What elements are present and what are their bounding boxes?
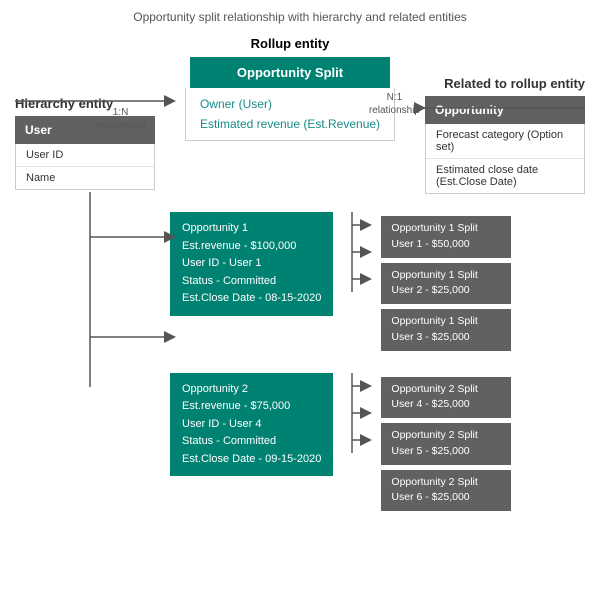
- hierarchy-field-1: Name: [16, 167, 154, 189]
- related-field-0: Forecast category (Option set): [426, 124, 584, 159]
- related-section-title: Related to rollup entity: [425, 76, 585, 91]
- opportunity-1-box: Opportunity 1 Est.revenue - $100,000 Use…: [170, 212, 333, 316]
- opp2-line0: Opportunity 2: [182, 381, 321, 399]
- opp2-line4: Est.Close Date - 09-15-2020: [182, 451, 321, 469]
- related-entity-body: Forecast category (Option set) Estimated…: [425, 124, 585, 194]
- opp1-line4: Est.Close Date - 08-15-2020: [182, 290, 321, 308]
- rollup-box-title: Opportunity Split: [190, 57, 390, 88]
- opportunity-2-box: Opportunity 2 Est.revenue - $75,000 User…: [170, 373, 333, 477]
- opp1-line1: Est.revenue - $100,000: [182, 238, 321, 256]
- related-entity-name: Opportunity: [425, 96, 585, 124]
- rel-label-1n: 1:Nrelationship: [95, 106, 146, 132]
- rollup-label: Rollup entity: [251, 36, 330, 51]
- opp1-line0: Opportunity 1: [182, 220, 321, 238]
- split-1-2: Opportunity 1 Split User 2 - $25,000: [381, 263, 511, 305]
- hierarchy-field-0: User ID: [16, 144, 154, 167]
- rollup-fields: Owner (User) Estimated revenue (Est.Reve…: [185, 88, 395, 141]
- split-2-3: Opportunity 2 Split User 6 - $25,000: [381, 470, 511, 512]
- related-field-1: Estimated close date (Est.Close Date): [426, 159, 584, 193]
- split-2-1: Opportunity 2 Split User 4 - $25,000: [381, 377, 511, 419]
- page-title: Opportunity split relationship with hier…: [15, 10, 585, 24]
- split-1-3: Opportunity 1 Split User 3 - $25,000: [381, 309, 511, 351]
- opp1-line2: User ID - User 1: [182, 255, 321, 273]
- opp2-line1: Est.revenue - $75,000: [182, 398, 321, 416]
- split-2-2: Opportunity 2 Split User 5 - $25,000: [381, 423, 511, 465]
- rollup-field-1: Estimated revenue (Est.Revenue): [200, 114, 380, 134]
- opp2-line3: Status - Committed: [182, 433, 321, 451]
- rollup-field-0: Owner (User): [200, 94, 380, 114]
- opp1-to-splits-svg: [347, 212, 367, 292]
- rel-label-n1: N:1relationship: [369, 91, 420, 117]
- split-1-1: Opportunity 1 Split User 1 - $50,000: [381, 216, 511, 258]
- opp2-to-splits-svg: [347, 373, 367, 453]
- vertical-connector-svg: [85, 192, 175, 392]
- opp1-line3: Status - Committed: [182, 273, 321, 291]
- opp2-line2: User ID - User 4: [182, 416, 321, 434]
- hierarchy-entity-body: User ID Name: [15, 144, 155, 190]
